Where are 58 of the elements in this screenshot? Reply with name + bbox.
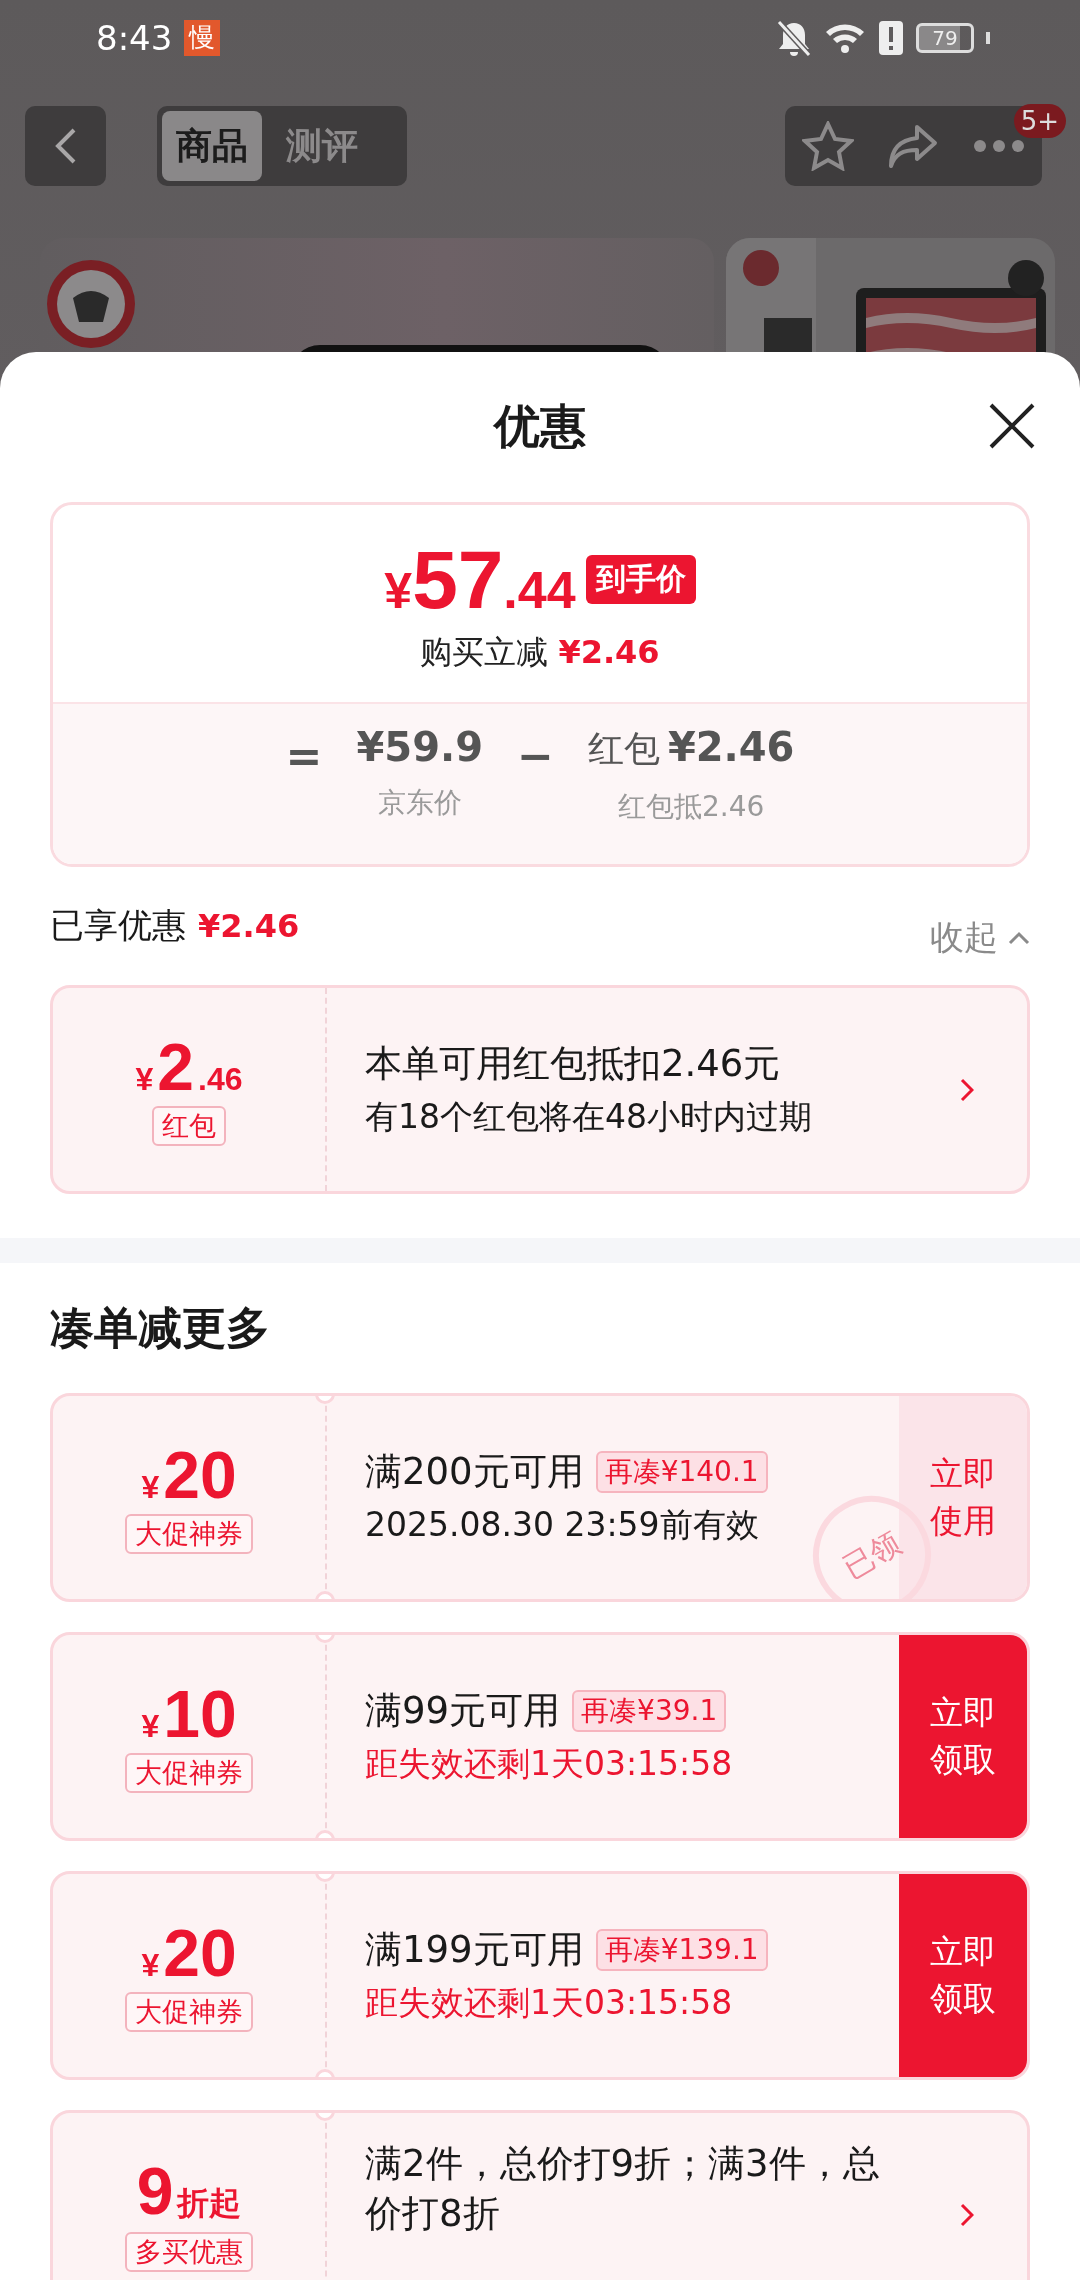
sheet-title: 优惠 [494,398,586,455]
coupon-value: ¥10 [141,1680,237,1747]
app-badge: 慢 [184,19,221,56]
coupon-value: ¥2.46 [135,1033,243,1100]
close-button[interactable] [988,402,1036,450]
savings-label: 已享优惠 [50,904,186,947]
remaining-amount-tag: 再凑¥140.1 [595,1451,768,1493]
bell-off-icon [776,18,812,57]
tab[interactable]: 测评 [272,111,372,181]
chevron-right-icon[interactable] [960,1077,974,1102]
logo-icon [45,258,137,350]
battery-icon: 79 [916,22,974,53]
coupon-title: 满200元可用 [365,1449,584,1496]
coupon-action-button[interactable]: 立即领取 [899,1874,1027,2077]
coupon-title: 满99元可用 [365,1688,561,1735]
star-icon[interactable] [801,121,854,171]
back-icon [53,126,78,166]
alert-icon [878,19,904,56]
back-button[interactable] [25,106,106,186]
battery-tip-icon [986,31,990,44]
chevron-up-icon [1008,931,1030,945]
deduction-amount: ¥2.46 [667,724,795,770]
coupon-note: 距失效还剩1天03:15:58 [365,1742,734,1785]
coupon-action-button[interactable]: 立即领取 [899,1635,1027,1838]
coupon-title: 本单可用红包抵扣2.46元 [365,1041,781,1088]
deduction-label: 红包 [587,727,660,771]
remaining-amount-tag: 再凑¥39.1 [572,1690,727,1732]
equals-sign: = [285,730,323,781]
coupon-tag: 多买优惠 [125,2231,253,2272]
coupon-value: ¥20 [141,1441,237,1508]
remaining-amount-tag: 再凑¥139.1 [595,1929,768,1971]
collapse-button[interactable]: 收起 [930,915,1030,961]
list-price-label: 京东价 [377,785,462,821]
coupon-tag: 大促神券 [125,1752,253,1793]
tab[interactable]: 商品 [162,111,262,181]
price-amount: ¥57.44 [384,532,576,627]
coupon-tag: 大促神券 [125,1513,253,1554]
list-price: ¥59.9 [356,724,483,770]
coupon-title: 满199元可用 [365,1927,584,1974]
close-icon [988,402,1036,450]
discount-amount: ¥2.46 [558,632,660,671]
deduction-note: 红包抵2.46 [617,789,765,825]
coupon-title: 满2件，总价打9折；满3件，总价打8折 [365,2141,881,2237]
discount-label: 购买立减 [420,631,549,673]
savings-amount: ¥2.46 [198,907,300,945]
minus-sign: − [517,730,554,781]
coupon-tag: 红包 [152,1105,226,1146]
coupon-tag: 大促神券 [125,1991,253,2032]
notification-badge: 5+ [1013,104,1066,138]
chevron-right-icon[interactable] [960,2202,974,2227]
section-title: 凑单减更多 [50,1300,271,1355]
coupon-value: 9折起 [136,2157,242,2226]
coupon-value: ¥20 [141,1919,237,1986]
price-tag: 到手价 [585,555,696,604]
clock-time: 8:43 [96,17,173,58]
coupon-note: 距失效还剩1天03:15:58 [365,1981,734,2024]
more-icon[interactable] [973,139,1026,153]
coupon-note: 有18个红包将在48小时内过期 [365,1095,813,1138]
